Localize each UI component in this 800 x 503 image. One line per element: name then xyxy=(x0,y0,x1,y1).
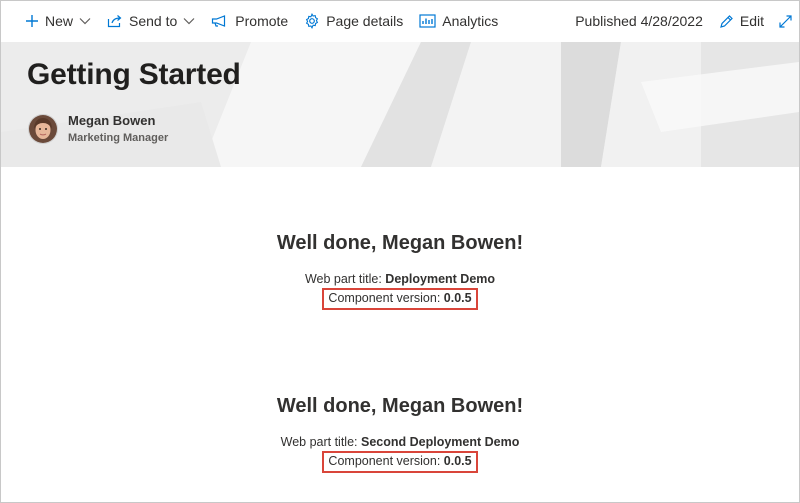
analytics-label: Analytics xyxy=(442,13,499,29)
page-title: Getting Started xyxy=(27,58,241,91)
webpart-title-line: Web part title: Second Deployment Demo xyxy=(1,433,799,451)
promote-label: Promote xyxy=(235,13,289,29)
component-version-value: 0.0.5 xyxy=(443,454,472,468)
avatar[interactable] xyxy=(28,114,58,144)
pencil-icon xyxy=(719,14,734,29)
webpart-greeting: Well done, Megan Bowen! xyxy=(276,395,524,417)
megaphone-icon xyxy=(211,15,229,27)
webpart-title-line: Web part title: Deployment Demo xyxy=(1,270,799,288)
send-to-label: Send to xyxy=(129,13,178,29)
component-version-line: Component version: 0.0.5 xyxy=(1,288,799,310)
webpart-title-label: Web part title: xyxy=(304,272,386,286)
webpart-title-value: Deployment Demo xyxy=(385,272,496,286)
author-role: Marketing Manager xyxy=(68,132,169,144)
promote-button[interactable]: Promote xyxy=(203,1,296,41)
sharepoint-page: New Send to Promote Page details Analyti… xyxy=(0,0,800,503)
plus-icon xyxy=(25,14,39,28)
webpart-title-value: Second Deployment Demo xyxy=(360,435,520,449)
page-header-banner: Getting Started Megan Bowen Marketing Ma… xyxy=(1,42,799,167)
author-byline: Megan Bowen Marketing Manager xyxy=(28,112,168,146)
page-details-label: Page details xyxy=(326,13,404,29)
page-details-button[interactable]: Page details xyxy=(296,1,411,41)
component-version-value: 0.0.5 xyxy=(443,291,472,305)
version-highlight-box: Component version: 0.0.5 xyxy=(322,451,478,473)
chevron-down-icon xyxy=(79,17,91,25)
edit-button[interactable]: Edit xyxy=(711,1,772,41)
edit-label: Edit xyxy=(739,13,764,29)
webpart-second-deployment-demo: Well done, Megan Bowen! Web part title: … xyxy=(1,392,799,473)
new-button[interactable]: New xyxy=(1,1,99,41)
webpart-title-label: Web part title: xyxy=(280,435,361,449)
version-highlight-box: Component version: 0.0.5 xyxy=(322,288,478,310)
share-icon xyxy=(107,14,123,28)
command-bar: New Send to Promote Page details Analyti… xyxy=(1,1,799,41)
published-date: Published 4/28/2022 xyxy=(575,13,703,29)
component-version-label: Component version: xyxy=(328,291,444,305)
component-version-line: Component version: 0.0.5 xyxy=(1,451,799,473)
new-label: New xyxy=(45,13,74,29)
chevron-down-icon xyxy=(183,17,195,25)
author-name[interactable]: Megan Bowen xyxy=(68,112,168,129)
webpart-greeting: Well done, Megan Bowen! xyxy=(276,232,524,254)
expand-icon xyxy=(778,14,793,29)
component-version-label: Component version: xyxy=(328,454,444,468)
analytics-icon xyxy=(419,14,436,28)
send-to-button[interactable]: Send to xyxy=(99,1,203,41)
expand-button[interactable] xyxy=(772,1,799,41)
gear-icon xyxy=(304,13,320,29)
analytics-button[interactable]: Analytics xyxy=(411,1,506,41)
webpart-deployment-demo: Well done, Megan Bowen! Web part title: … xyxy=(1,229,799,310)
